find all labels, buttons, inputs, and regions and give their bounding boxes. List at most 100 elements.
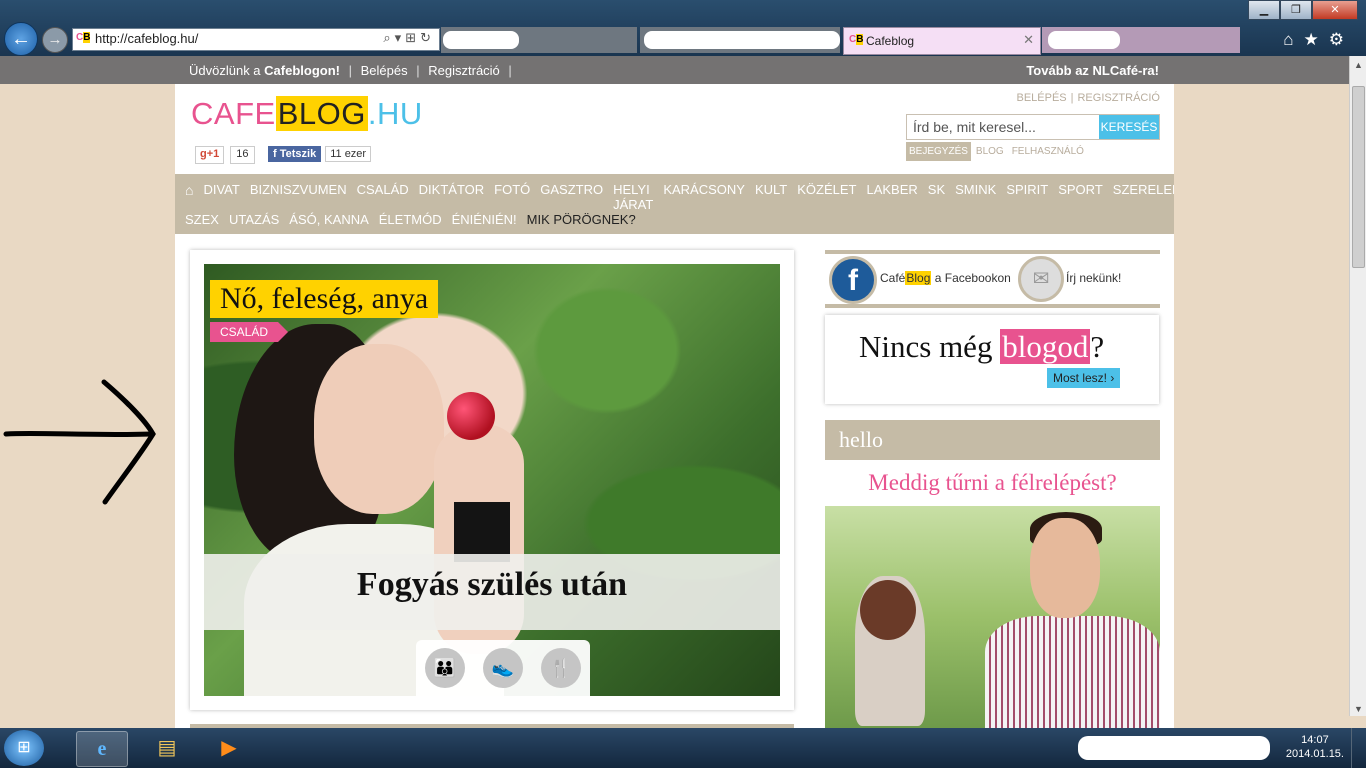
nav-item[interactable]: SMINK: [955, 182, 996, 212]
hello-heading: hello: [839, 427, 883, 452]
family-icon[interactable]: 👪: [425, 648, 465, 688]
scroll-down-icon[interactable]: ▼: [1354, 704, 1363, 714]
clock-time: 14:07: [1301, 734, 1329, 746]
address-controls[interactable]: ⌕▾⊞↻: [383, 30, 435, 46]
nlcafe-link[interactable]: Tovább az NLCafé-ra!: [1026, 63, 1159, 78]
nav-item[interactable]: SPIRIT: [1006, 182, 1048, 212]
close-tab-icon[interactable]: ✕: [1023, 32, 1034, 48]
gear-icon[interactable]: ⚙: [1329, 30, 1354, 49]
nav-item[interactable]: DIVAT: [203, 182, 239, 212]
featured-photo[interactable]: Fogyás szülés után 👪 👟 🍴: [204, 264, 780, 696]
address-url[interactable]: http://cafeblog.hu/: [95, 31, 198, 46]
photo-shape: [860, 580, 916, 640]
scroll-thumb[interactable]: [1352, 86, 1365, 268]
gplus-label: +1: [206, 148, 220, 160]
tab-redacted-2[interactable]: [640, 27, 840, 53]
login-link[interactable]: Belépés: [361, 63, 408, 78]
search-input[interactable]: Írd be, mit keresel...: [913, 119, 1036, 135]
file-explorer-icon[interactable]: ▤: [142, 731, 192, 765]
cutlery-icon[interactable]: 🍴: [541, 648, 581, 688]
search-tab-entry[interactable]: BEJEGYZÉS: [906, 142, 971, 161]
favicon-icon: CB: [849, 34, 864, 45]
nav-item[interactable]: SZERELEM: [1113, 182, 1174, 212]
star-icon[interactable]: ★: [1304, 30, 1329, 49]
tray-redaction: [1078, 736, 1270, 760]
welcome-text: Üdvözlünk a: [189, 63, 261, 78]
nav-item[interactable]: SPORT: [1058, 182, 1103, 212]
nav-item[interactable]: UTAZÁS: [229, 212, 279, 227]
header-register-link[interactable]: REGISZTRÁCIÓ: [1077, 92, 1160, 104]
nav-item[interactable]: DIKTÁTOR: [419, 182, 485, 212]
facebook-like-widget: f Tetszik 11 ezer: [268, 146, 372, 162]
tab-label: Cafeblog: [866, 34, 915, 48]
facebook-icon[interactable]: f: [829, 256, 877, 304]
search-tab-blog[interactable]: BLOG: [973, 142, 1007, 161]
home-icon[interactable]: ⌂: [1283, 30, 1303, 49]
maximize-button[interactable]: ❐: [1280, 0, 1312, 20]
back-button[interactable]: ←: [4, 22, 38, 56]
facebook-like-button[interactable]: f Tetszik: [268, 146, 322, 162]
browser-chrome: ▁ ❐ ✕ ← → CB http://cafeblog.hu/ ⌕▾⊞↻ CB…: [0, 0, 1366, 56]
photo-shape: [454, 502, 510, 562]
show-desktop-button[interactable]: [1351, 728, 1366, 768]
mail-icon[interactable]: ✉: [1018, 256, 1064, 302]
divider: |: [1070, 92, 1074, 104]
nav-item[interactable]: SK: [928, 182, 945, 212]
nav-item-trending[interactable]: MIK PÖRÖGNEK?: [527, 212, 636, 227]
nav-item[interactable]: GASZTRO: [540, 182, 603, 212]
nav-item[interactable]: KÖZÉLET: [797, 182, 856, 212]
tab-cafeblog[interactable]: CB Cafeblog ✕: [843, 27, 1041, 55]
tab-redacted-3[interactable]: [1042, 27, 1240, 53]
nav-item[interactable]: CSALÁD: [357, 182, 409, 212]
facebook-link-blog: Blog: [905, 271, 932, 285]
start-button[interactable]: ⊞: [4, 730, 44, 766]
photo-shape: [447, 392, 495, 440]
nav-item[interactable]: SZEX: [185, 212, 219, 227]
address-bar[interactable]: CB http://cafeblog.hu/ ⌕▾⊞↻: [72, 28, 440, 51]
gplus-button[interactable]: g+1: [195, 146, 225, 164]
taskbar-clock[interactable]: 14:07 2014.01.15.: [1286, 733, 1344, 761]
tab-redacted-1[interactable]: [441, 27, 637, 53]
internet-explorer-icon[interactable]: e: [76, 731, 128, 767]
nav-item[interactable]: ÉNIÉNIÉN!: [452, 212, 517, 227]
media-player-icon[interactable]: ▶: [204, 731, 254, 765]
hello-article-photo[interactable]: [825, 506, 1160, 728]
nav-item[interactable]: KULT: [755, 182, 787, 212]
featured-title[interactable]: Fogyás szülés után: [204, 566, 780, 604]
chevron-right-icon: ›: [1110, 371, 1115, 385]
gplus-count: 16: [230, 146, 255, 164]
featured-kicker[interactable]: Nő, feleség, anya: [210, 280, 439, 318]
forward-button[interactable]: →: [42, 27, 68, 53]
welcome-brand: Cafeblogon!: [264, 63, 340, 78]
site-logo[interactable]: CAFEBLOG.HU: [191, 96, 423, 132]
hello-article-title[interactable]: Meddig tűrni a félrelépést?: [825, 470, 1160, 496]
nav-item[interactable]: ÉLETMÓD: [379, 212, 442, 227]
nav-item[interactable]: HELYI JÁRAT: [613, 182, 653, 212]
redaction: [644, 31, 840, 49]
mail-link[interactable]: Írj nekünk!: [1066, 271, 1121, 285]
nav-item[interactable]: BIZNISZVUMEN: [250, 182, 347, 212]
featured-article[interactable]: Fogyás szülés után 👪 👟 🍴 Nő, feleség, an…: [190, 250, 794, 710]
shoes-icon[interactable]: 👟: [483, 648, 523, 688]
facebook-link[interactable]: CaféBlog a Facebookon: [880, 271, 1011, 285]
social-box: f CaféBlog a Facebookon ✉ Írj nekünk!: [825, 250, 1160, 308]
nav-item[interactable]: FOTÓ: [494, 182, 530, 212]
logo-hu: .HU: [367, 96, 423, 131]
page-scrollbar[interactable]: ▲ ▼: [1349, 56, 1366, 716]
close-button[interactable]: ✕: [1312, 0, 1358, 20]
nav-item[interactable]: LAKBER: [866, 182, 917, 212]
header-login-link[interactable]: BELÉPÉS: [1016, 92, 1066, 104]
category-badge[interactable]: CSALÁD: [210, 322, 289, 342]
nav-item[interactable]: KARÁCSONY: [663, 182, 745, 212]
home-icon[interactable]: ⌂: [185, 182, 193, 212]
search-tab-user[interactable]: FELHASZNÁLÓ: [1009, 142, 1087, 161]
scroll-up-icon[interactable]: ▲: [1354, 60, 1363, 70]
photo-shape: [985, 616, 1160, 728]
site-top-strip: Üdvözlünk a Cafeblogon! | Belépés | Regi…: [0, 56, 1350, 84]
register-link[interactable]: Regisztráció: [428, 63, 500, 78]
nav-item[interactable]: ÁSÓ, KANNA: [289, 212, 368, 227]
facebook-like-count: 11 ezer: [325, 146, 372, 162]
create-blog-button[interactable]: Most lesz! ›: [1047, 368, 1121, 388]
search-button[interactable]: KERESÉS: [1099, 115, 1159, 139]
minimize-button[interactable]: ▁: [1248, 0, 1280, 20]
